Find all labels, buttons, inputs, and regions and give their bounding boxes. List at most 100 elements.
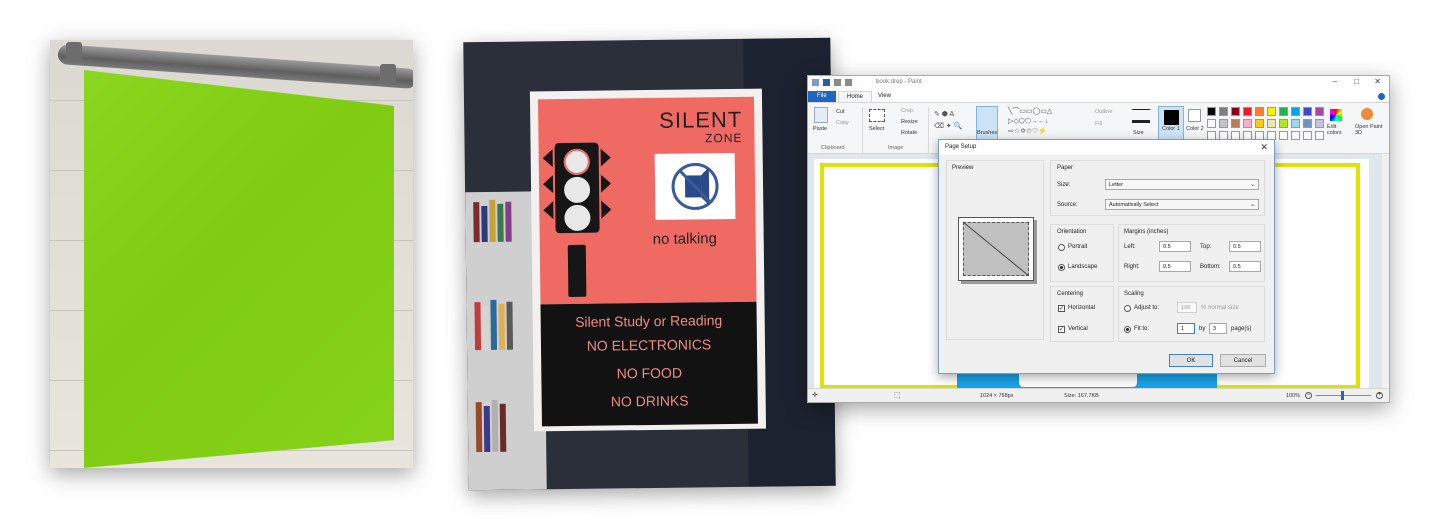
left-margin-input[interactable]: 0.5 xyxy=(1159,241,1191,252)
fill-button[interactable]: Fill xyxy=(1095,121,1102,127)
ok-button[interactable]: OK xyxy=(1169,354,1213,367)
palette-swatch[interactable] xyxy=(1255,119,1264,128)
palette-swatch[interactable] xyxy=(1219,119,1228,128)
adjust-to-radio[interactable] xyxy=(1124,305,1131,312)
tab-file[interactable]: File xyxy=(808,91,836,102)
color2-swatch[interactable] xyxy=(1188,109,1201,122)
dialog-title: Page Setup xyxy=(945,144,977,150)
horizontal-label[interactable]: Horizontal xyxy=(1068,305,1095,311)
palette-swatch[interactable] xyxy=(1243,107,1252,116)
size-button[interactable]: Size xyxy=(1133,130,1144,136)
top-margin-input[interactable]: 0.5 xyxy=(1229,241,1261,252)
horizontal-checkbox[interactable]: ✓ xyxy=(1058,305,1065,312)
palette-swatch[interactable] xyxy=(1303,119,1312,128)
zoom-out-icon[interactable]: − xyxy=(1305,392,1312,399)
brushes-button[interactable]: Brushes xyxy=(977,130,997,136)
redo-icon[interactable] xyxy=(845,79,852,86)
vertical-label[interactable]: Vertical xyxy=(1068,326,1088,332)
save-icon[interactable] xyxy=(823,79,830,86)
palette-swatch[interactable] xyxy=(1267,119,1276,128)
minimize-icon[interactable]: – xyxy=(1333,77,1337,86)
silent-zone-poster: SILENT ZONE no talking Silent Study or R… xyxy=(529,88,767,432)
palette-swatch[interactable] xyxy=(1315,131,1324,140)
palette-swatch[interactable] xyxy=(1219,107,1228,116)
ribbon-tabs: File Home View xyxy=(808,90,1389,102)
cut-button[interactable]: Cut xyxy=(836,109,845,115)
source-label: Source: xyxy=(1057,202,1078,208)
crop-button[interactable]: Crop xyxy=(901,108,913,114)
dialog-close-icon[interactable]: ✕ xyxy=(1260,142,1268,153)
normal-size-label: % normal size xyxy=(1201,305,1239,311)
palette-swatch[interactable] xyxy=(1279,131,1288,140)
palette-swatch[interactable] xyxy=(1207,119,1216,128)
size-icon[interactable] xyxy=(1132,109,1150,123)
paint-app-icon xyxy=(812,79,819,86)
rotate-button[interactable]: Rotate xyxy=(901,130,917,136)
portrait-radio[interactable] xyxy=(1058,244,1065,251)
undo-icon[interactable] xyxy=(834,79,841,86)
fit-to-width-input[interactable]: 1 xyxy=(1177,323,1195,334)
poster-no-talking: no talking xyxy=(652,230,718,248)
traffic-light-post xyxy=(567,244,587,297)
palette-swatch[interactable] xyxy=(1279,107,1288,116)
palette-swatch[interactable] xyxy=(1315,119,1324,128)
tab-home[interactable]: Home xyxy=(838,91,873,102)
select-icon[interactable] xyxy=(869,109,885,122)
close-icon[interactable]: ✕ xyxy=(1374,77,1381,86)
centering-label: Centering xyxy=(1057,291,1084,297)
collage: SILENT ZONE no talking Silent Study or R… xyxy=(0,0,1440,527)
source-select[interactable]: Automatically Select ⌄ xyxy=(1105,199,1259,210)
palette-swatch[interactable] xyxy=(1303,107,1312,116)
right-margin-input[interactable]: 0.5 xyxy=(1159,261,1191,272)
palette-swatch[interactable] xyxy=(1267,107,1276,116)
fit-to-radio[interactable] xyxy=(1124,326,1131,333)
help-icon[interactable] xyxy=(1378,93,1385,100)
palette-swatch[interactable] xyxy=(1291,119,1300,128)
fit-to-label[interactable]: Fit to: xyxy=(1134,326,1149,332)
resize-button[interactable]: Resize xyxy=(901,119,918,125)
fit-to-height-input[interactable]: 3 xyxy=(1209,323,1227,334)
maximize-icon[interactable]: □ xyxy=(1354,77,1359,86)
outline-button[interactable]: Outline xyxy=(1095,109,1112,115)
paste-button[interactable]: Paste xyxy=(813,126,827,132)
zoom-slider-thumb[interactable] xyxy=(1341,391,1344,400)
window-title: book drop - Paint xyxy=(876,79,922,85)
poster-line: NO DRINKS xyxy=(610,392,689,410)
paste-icon[interactable] xyxy=(814,107,828,123)
status-bar: ✛ ⬚ 1024 × 768px Size: 167.7KB 100% − + xyxy=(808,388,1389,402)
vertical-checkbox[interactable]: ✓ xyxy=(1058,326,1065,333)
edit-colors-icon[interactable] xyxy=(1330,109,1342,121)
shapes-gallery[interactable]: ╲⌒▭▭◯▭△ ▷◇⬠⬡→←↓ ⇨☆✡✩♡⚡ xyxy=(1008,107,1090,135)
paper-label: Paper xyxy=(1057,165,1074,171)
palette-swatch[interactable] xyxy=(1291,131,1300,140)
palette-swatch[interactable] xyxy=(1279,119,1288,128)
tab-view[interactable]: View xyxy=(870,91,899,102)
vertical-scrollbar[interactable] xyxy=(1382,154,1389,389)
edit-colors-button[interactable]: Edit colors xyxy=(1327,124,1349,136)
preview-panel: Preview xyxy=(946,160,1044,340)
portrait-label[interactable]: Portrait xyxy=(1068,244,1087,250)
select-button[interactable]: Select xyxy=(869,126,884,132)
paint3d-icon[interactable] xyxy=(1361,108,1373,120)
palette-swatch[interactable] xyxy=(1303,131,1312,140)
preview-page xyxy=(958,217,1034,281)
adjust-to-input[interactable]: 100 xyxy=(1177,302,1197,313)
palette-swatch[interactable] xyxy=(1315,107,1324,116)
landscape-radio[interactable] xyxy=(1058,264,1065,271)
palette-swatch[interactable] xyxy=(1231,119,1240,128)
palette-swatch[interactable] xyxy=(1207,107,1216,116)
size-select[interactable]: Letter ⌄ xyxy=(1105,179,1259,190)
cancel-button[interactable]: Cancel xyxy=(1220,354,1266,367)
landscape-label[interactable]: Landscape xyxy=(1068,264,1097,270)
palette-swatch[interactable] xyxy=(1231,107,1240,116)
adjust-to-label[interactable]: Adjust to: xyxy=(1134,305,1159,311)
palette-swatch[interactable] xyxy=(1255,107,1264,116)
palette-swatch[interactable] xyxy=(1291,107,1300,116)
palette-swatch[interactable] xyxy=(1243,119,1252,128)
bottom-margin-input[interactable]: 0.5 xyxy=(1229,261,1261,272)
green-screen xyxy=(84,70,394,468)
open-paint3d-button[interactable]: Open Paint 3D xyxy=(1355,124,1387,136)
zoom-in-icon[interactable]: + xyxy=(1376,392,1383,399)
copy-button[interactable]: Copy xyxy=(836,120,849,126)
tools-icons[interactable]: ✎ ⬢ A ⌫ ✦ 🔍 xyxy=(934,109,964,135)
